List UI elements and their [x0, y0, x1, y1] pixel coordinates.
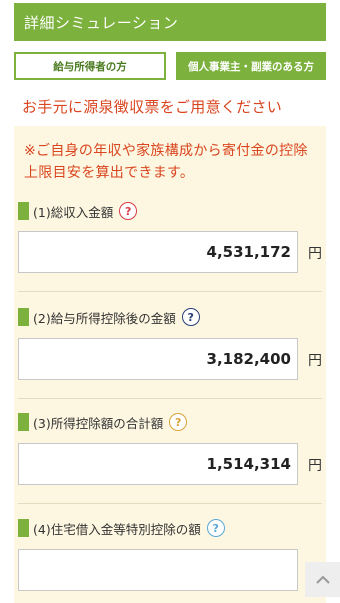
label-marker: [18, 413, 29, 431]
label-marker: [18, 308, 29, 326]
question-circle-icon[interactable]: ?: [119, 202, 138, 220]
unit-label: 円: [308, 458, 322, 474]
chevron-up-icon: [315, 575, 330, 584]
total-income-input[interactable]: 4,531,172: [18, 231, 298, 273]
unit-label: 円: [308, 246, 322, 262]
question-circle-icon[interactable]: ?: [169, 413, 188, 431]
question-circle-icon[interactable]: ?: [181, 308, 200, 326]
label-marker: [18, 519, 29, 537]
divider: [18, 291, 322, 292]
income-deduction-input[interactable]: 1,514,314: [18, 443, 298, 485]
prepare-notice: お手元に源泉徴収票をご用意ください: [22, 98, 283, 116]
field-housing-loan-label: (4)住宅借入金等特別控除の額 ?: [18, 518, 225, 538]
divider: [18, 398, 322, 399]
field-label-text: (2)給与所得控除後の金額: [33, 310, 176, 326]
divider: [18, 503, 322, 504]
panel-note: ※ご自身の年収や家族構成から寄付金の控除上限目安を算出できます。: [24, 143, 308, 181]
question-circle-icon[interactable]: ?: [206, 519, 225, 537]
field-label-text: (4)住宅借入金等特別控除の額: [33, 521, 201, 537]
field-label-text: (1)総収入金額: [33, 204, 114, 220]
tab-self-employed[interactable]: 個人事業主・副業のある方: [176, 52, 326, 80]
tab-salary-earner[interactable]: 給与所得者の方: [14, 52, 166, 80]
field-after-deduction-label: (2)給与所得控除後の金額 ?: [18, 307, 200, 327]
scroll-top-button[interactable]: [305, 562, 340, 597]
unit-label: 円: [308, 353, 322, 369]
after-deduction-input[interactable]: 3,182,400: [18, 338, 298, 380]
label-marker: [18, 202, 29, 220]
page-header: 詳細シミュレーション: [14, 3, 326, 41]
page-title: 詳細シミュレーション: [24, 13, 179, 32]
field-label-text: (3)所得控除額の合計額: [33, 415, 164, 431]
simulation-form: ※ご自身の年収や家族構成から寄付金の控除上限目安を算出できます。 (1)総収入金…: [14, 126, 326, 603]
housing-loan-input[interactable]: [18, 549, 298, 591]
user-type-tabs: 給与所得者の方 個人事業主・副業のある方: [14, 52, 326, 80]
field-total-income-label: (1)総収入金額 ?: [18, 201, 138, 221]
field-income-deduction-label: (3)所得控除額の合計額 ?: [18, 412, 188, 432]
